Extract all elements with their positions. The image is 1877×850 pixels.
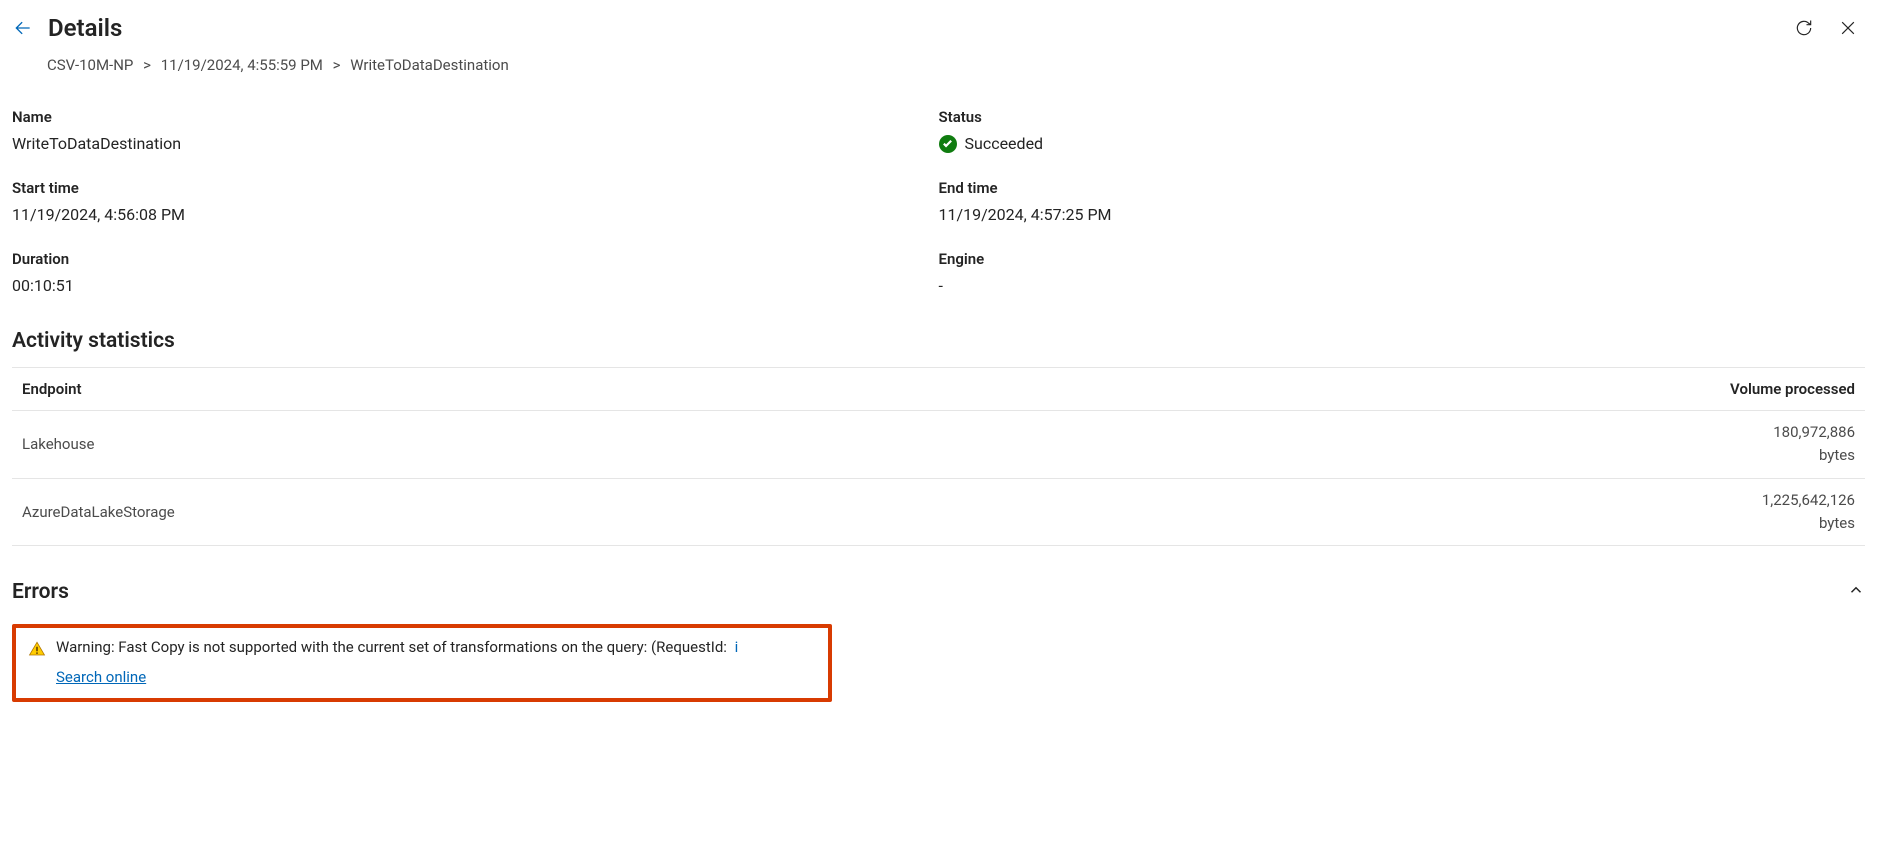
error-callout: Warning: Fast Copy is not supported with… <box>12 624 832 702</box>
detail-start-time: Start time 11/19/2024, 4:56:08 PM <box>12 179 939 224</box>
activity-statistics-heading: Activity statistics <box>12 329 1865 353</box>
label-start-time: Start time <box>12 179 939 197</box>
back-arrow-icon[interactable] <box>12 17 34 39</box>
header-actions <box>1793 17 1865 39</box>
value-status: Succeeded <box>939 134 1866 153</box>
col-volume: Volume processed <box>1020 368 1865 411</box>
activity-header-row: Endpoint Volume processed <box>12 368 1865 411</box>
volume-number: 180,972,886 <box>1030 421 1855 444</box>
errors-heading: Errors <box>12 580 69 604</box>
refresh-icon[interactable] <box>1793 17 1815 39</box>
breadcrumb: CSV-10M-NP > 11/19/2024, 4:55:59 PM > Wr… <box>47 56 1865 74</box>
warning-message: Warning: Fast Copy is not supported with… <box>56 638 727 656</box>
warning-icon <box>28 640 46 658</box>
activity-table: Endpoint Volume processed Lakehouse 180,… <box>12 367 1865 546</box>
errors-header[interactable]: Errors <box>12 580 1865 604</box>
label-name: Name <box>12 108 939 126</box>
search-online-link[interactable]: Search online <box>56 668 146 686</box>
status-text: Succeeded <box>965 134 1044 153</box>
value-start-time: 11/19/2024, 4:56:08 PM <box>12 205 939 224</box>
detail-duration: Duration 00:10:51 <box>12 250 939 295</box>
close-icon[interactable] <box>1837 17 1859 39</box>
value-duration: 00:10:51 <box>12 276 939 295</box>
value-engine: - <box>939 276 1866 295</box>
label-engine: Engine <box>939 250 1866 268</box>
value-end-time: 11/19/2024, 4:57:25 PM <box>939 205 1866 224</box>
breadcrumb-sep: > <box>333 56 341 74</box>
details-grid: Name WriteToDataDestination Status Succe… <box>12 108 1865 295</box>
header-row: Details <box>12 14 1865 42</box>
endpoint-cell: AzureDataLakeStorage <box>12 478 1020 546</box>
breadcrumb-seg-0[interactable]: CSV-10M-NP <box>47 56 133 74</box>
detail-name: Name WriteToDataDestination <box>12 108 939 153</box>
volume-unit: bytes <box>1030 444 1855 467</box>
request-id-tail: i <box>735 638 739 656</box>
breadcrumb-seg-2: WriteToDataDestination <box>350 56 509 74</box>
endpoint-cell: Lakehouse <box>12 411 1020 479</box>
volume-cell: 1,225,642,126 bytes <box>1020 478 1865 546</box>
breadcrumb-seg-1[interactable]: 11/19/2024, 4:55:59 PM <box>161 56 323 74</box>
volume-number: 1,225,642,126 <box>1030 489 1855 512</box>
value-name: WriteToDataDestination <box>12 134 939 153</box>
success-check-icon <box>939 135 957 153</box>
col-endpoint: Endpoint <box>12 368 1020 411</box>
table-row: Lakehouse 180,972,886 bytes <box>12 411 1865 479</box>
volume-cell: 180,972,886 bytes <box>1020 411 1865 479</box>
volume-unit: bytes <box>1030 512 1855 535</box>
detail-status: Status Succeeded <box>939 108 1866 153</box>
error-text: Warning: Fast Copy is not supported with… <box>56 638 816 656</box>
table-row: AzureDataLakeStorage 1,225,642,126 bytes <box>12 478 1865 546</box>
error-row: Warning: Fast Copy is not supported with… <box>28 638 816 658</box>
chevron-up-icon[interactable] <box>1847 581 1865 603</box>
label-end-time: End time <box>939 179 1866 197</box>
label-status: Status <box>939 108 1866 126</box>
label-duration: Duration <box>12 250 939 268</box>
header-left: Details <box>12 14 122 42</box>
detail-end-time: End time 11/19/2024, 4:57:25 PM <box>939 179 1866 224</box>
page-title: Details <box>48 14 122 42</box>
detail-engine: Engine - <box>939 250 1866 295</box>
breadcrumb-sep: > <box>143 56 151 74</box>
